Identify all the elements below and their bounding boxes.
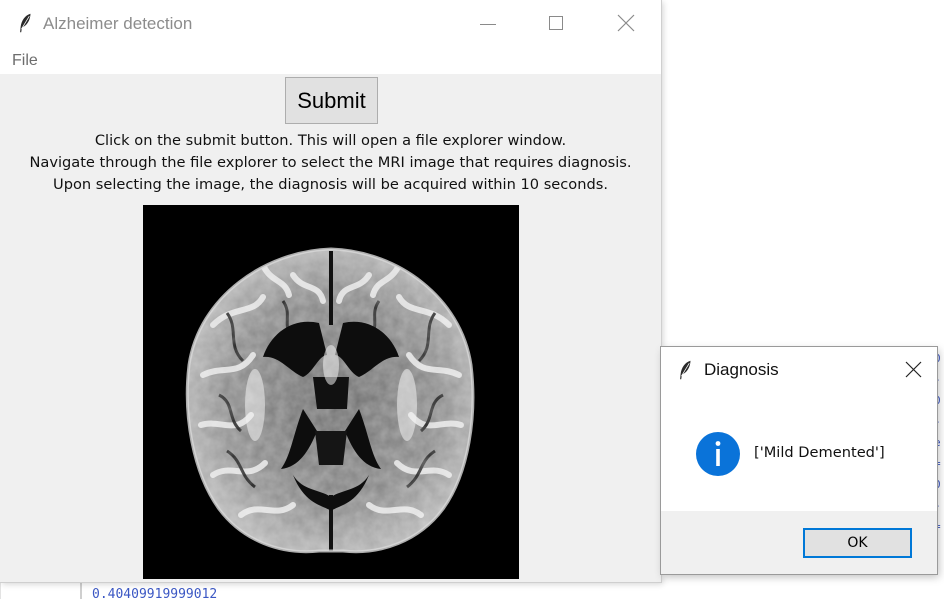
submit-button[interactable]: Submit	[285, 77, 378, 124]
tk-feather-icon	[680, 360, 691, 380]
background-console-border	[80, 583, 82, 599]
ok-button[interactable]: OK	[803, 528, 912, 558]
instruction-line: Upon selecting the image, the diagnosis …	[53, 176, 608, 193]
dialog-title: Diagnosis	[704, 360, 779, 379]
maximize-icon	[549, 16, 563, 30]
mri-image	[143, 205, 519, 579]
close-button[interactable]	[593, 0, 661, 48]
title-bar[interactable]: Alzheimer detection	[0, 0, 661, 48]
maximize-button[interactable]	[521, 0, 589, 48]
instructions-text: Click on the submit button. This will op…	[0, 130, 661, 196]
mri-brain-scan	[143, 205, 519, 579]
background-console-text: 0.40409919999012	[92, 587, 218, 602]
menu-file[interactable]: File	[12, 52, 38, 70]
tk-feather-icon	[20, 13, 31, 33]
instruction-line: Click on the submit button. This will op…	[94, 132, 567, 149]
minimize-button[interactable]	[453, 0, 521, 48]
minimize-icon	[480, 24, 496, 25]
diagnosis-dialog: Diagnosis ['Mild Demented'] OK	[661, 347, 937, 574]
window-title: Alzheimer detection	[43, 14, 193, 33]
info-icon	[696, 432, 740, 476]
menu-bar: File	[0, 48, 661, 74]
main-window: Alzheimer detection File Submit Click on…	[0, 0, 661, 582]
dialog-close-button[interactable]	[889, 347, 937, 392]
instruction-line: Navigate through the file explorer to se…	[29, 154, 632, 171]
diagnosis-message: ['Mild Demented']	[754, 444, 885, 461]
close-icon	[905, 361, 922, 378]
dialog-footer: OK	[661, 511, 937, 574]
close-icon	[617, 14, 635, 32]
